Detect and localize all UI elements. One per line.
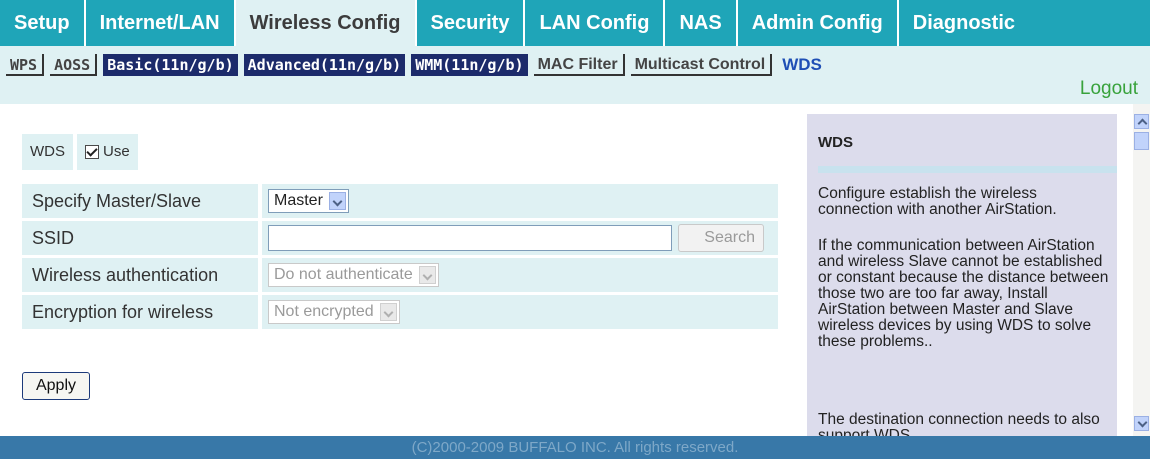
subtab-wps[interactable]: WPS	[6, 54, 45, 76]
encryption-select[interactable]: Not encrypted	[268, 300, 400, 324]
help-paragraph: If the communication between AirStation …	[818, 237, 1109, 350]
encryption-cell: Not encrypted	[262, 295, 778, 329]
master-slave-value: Master	[274, 192, 323, 209]
use-label: Use	[103, 143, 130, 160]
tab-diagnostic[interactable]: Diagnostic	[899, 0, 1029, 46]
table-row: SSID Search	[22, 221, 778, 255]
table-row: Wireless authentication Do not authentic…	[22, 258, 778, 292]
wds-settings-form: WDS Use Specify Master/Slave Master SSID…	[0, 104, 800, 436]
tab-setup[interactable]: Setup	[0, 0, 86, 46]
subtab-advanced[interactable]: Advanced(11n/g/b)	[243, 54, 406, 76]
apply-button[interactable]: Apply	[22, 372, 90, 400]
master-slave-label: Specify Master/Slave	[22, 184, 258, 218]
tab-lan-config[interactable]: LAN Config	[525, 0, 666, 46]
wds-use-checkbox[interactable]: Use	[77, 134, 138, 170]
master-slave-cell: Master	[262, 184, 778, 218]
wireless-auth-value: Do not authenticate	[274, 266, 413, 283]
wireless-auth-select[interactable]: Do not authenticate	[268, 263, 439, 287]
ssid-label: SSID	[22, 221, 258, 255]
help-divider	[818, 166, 1117, 173]
help-scrollbar[interactable]	[1133, 104, 1150, 436]
sub-nav-items: WPS AOSS Basic(11n/g/b) Advanced(11n/g/b…	[6, 54, 832, 76]
scrollbar-thumb[interactable]	[1134, 132, 1149, 150]
wds-label: WDS	[22, 134, 73, 170]
master-slave-select[interactable]: Master	[268, 189, 349, 213]
wireless-auth-cell: Do not authenticate	[262, 258, 778, 292]
wireless-auth-label: Wireless authentication	[22, 258, 258, 292]
main-nav: Setup Internet/LAN Wireless Config Secur…	[0, 0, 1150, 46]
tab-internet-lan[interactable]: Internet/LAN	[86, 0, 236, 46]
checkmark-icon[interactable]	[85, 145, 99, 159]
encryption-value: Not encrypted	[274, 303, 374, 320]
subtab-aoss[interactable]: AOSS	[50, 54, 98, 76]
chevron-down-icon[interactable]	[379, 303, 397, 321]
help-paragraph: Configure establish the wireless connect…	[818, 185, 1057, 218]
encryption-label: Encryption for wireless	[22, 295, 258, 329]
subtab-basic[interactable]: Basic(11n/g/b)	[103, 54, 238, 76]
subtab-wds[interactable]: WDS	[778, 54, 826, 76]
logout-link[interactable]: Logout	[1080, 78, 1138, 100]
help-panel: WDS Configure establish the wireless con…	[807, 114, 1117, 436]
ssid-input[interactable]	[268, 225, 672, 251]
settings-table: Specify Master/Slave Master SSID Search …	[22, 184, 778, 332]
tab-security[interactable]: Security	[417, 0, 526, 46]
tab-admin-config[interactable]: Admin Config	[738, 0, 899, 46]
chevron-down-icon[interactable]	[1134, 416, 1149, 431]
table-row: Specify Master/Slave Master	[22, 184, 778, 218]
subtab-mac-filter[interactable]: MAC Filter	[533, 54, 625, 76]
wds-enable-row: WDS Use	[22, 134, 138, 170]
subtab-multicast-control[interactable]: Multicast Control	[630, 54, 773, 76]
sub-nav: WPS AOSS Basic(11n/g/b) Advanced(11n/g/b…	[0, 46, 1150, 104]
chevron-up-icon[interactable]	[1134, 114, 1149, 129]
subtab-wmm[interactable]: WMM(11n/g/b)	[411, 54, 528, 76]
help-title: WDS	[818, 134, 853, 151]
tab-wireless-config[interactable]: Wireless Config	[235, 0, 417, 46]
search-button[interactable]: Search	[678, 224, 764, 252]
help-paragraph: The destination connection needs to also…	[818, 411, 1100, 437]
chevron-down-icon[interactable]	[328, 192, 346, 210]
chevron-down-icon[interactable]	[418, 266, 436, 284]
footer-copyright: (C)2000-2009 BUFFALO INC. All rights res…	[0, 436, 1150, 459]
ssid-cell: Search	[262, 221, 778, 255]
tab-nas[interactable]: NAS	[665, 0, 738, 46]
table-row: Encryption for wireless Not encrypted	[22, 295, 778, 329]
